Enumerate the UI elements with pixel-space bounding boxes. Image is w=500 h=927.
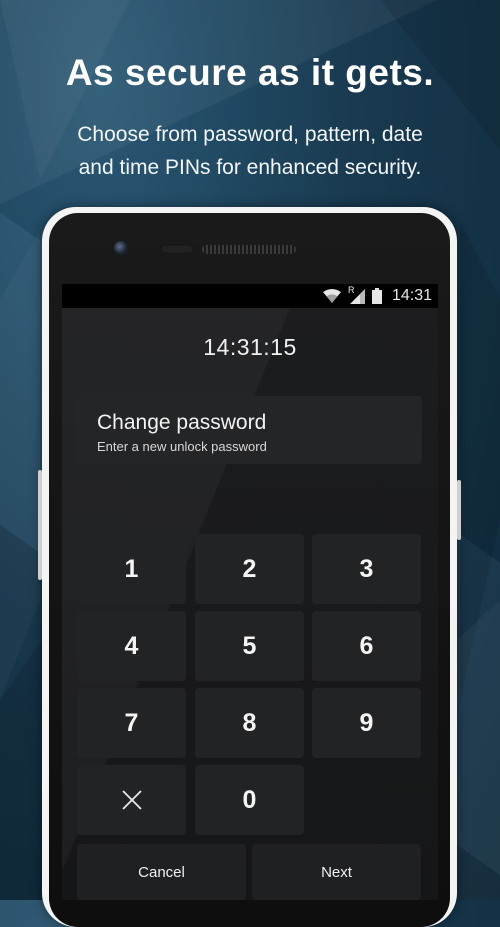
battery-icon — [371, 288, 382, 304]
keypad-key-2[interactable]: 2 — [195, 534, 304, 604]
cancel-button[interactable]: Cancel — [77, 844, 246, 900]
prompt-subtitle: Enter a new unlock password — [97, 439, 267, 454]
front-camera-icon — [114, 241, 128, 255]
phone-screen: R 14:31 14:31:15 Change password Enter a… — [62, 284, 438, 900]
close-icon — [121, 790, 142, 810]
prompt-title: Change password — [97, 411, 267, 434]
promo-subtext-line1: Choose from password, pattern, date — [77, 123, 423, 146]
keypad-key-0[interactable]: 0 — [195, 765, 304, 835]
promo-headline: As secure as it gets. — [65, 52, 435, 93]
power-button — [457, 480, 461, 540]
status-icons: R 14:31 — [322, 285, 432, 306]
next-button[interactable]: Next — [252, 844, 421, 900]
volume-button — [38, 470, 42, 580]
keypad-key-6[interactable]: 6 — [312, 611, 421, 681]
promo-subtext-line2: and time PINs for enhanced security. — [78, 156, 422, 179]
keypad-key-5[interactable]: 5 — [195, 611, 304, 681]
password-prompt-card: Change password Enter a new unlock passw… — [76, 396, 422, 464]
status-time: 14:31 — [391, 287, 432, 304]
lock-clock: 14:31:15 — [203, 334, 297, 360]
keypad-key-7[interactable]: 7 — [77, 688, 186, 758]
earpiece-speaker — [202, 245, 296, 254]
keypad-key-8[interactable]: 8 — [195, 688, 304, 758]
keypad-clear-button[interactable] — [77, 765, 186, 835]
promo-subtext: Choose from password, pattern, date and … — [30, 118, 470, 184]
keypad-key-1[interactable]: 1 — [77, 534, 186, 604]
keypad-key-3[interactable]: 3 — [312, 534, 421, 604]
keypad-key-9[interactable]: 9 — [312, 688, 421, 758]
keypad-key-4[interactable]: 4 — [77, 611, 186, 681]
signal-roaming-icon: R — [348, 285, 366, 304]
status-bar: R 14:31 — [62, 284, 438, 308]
proximity-sensor — [160, 244, 194, 254]
wifi-icon — [322, 289, 341, 303]
